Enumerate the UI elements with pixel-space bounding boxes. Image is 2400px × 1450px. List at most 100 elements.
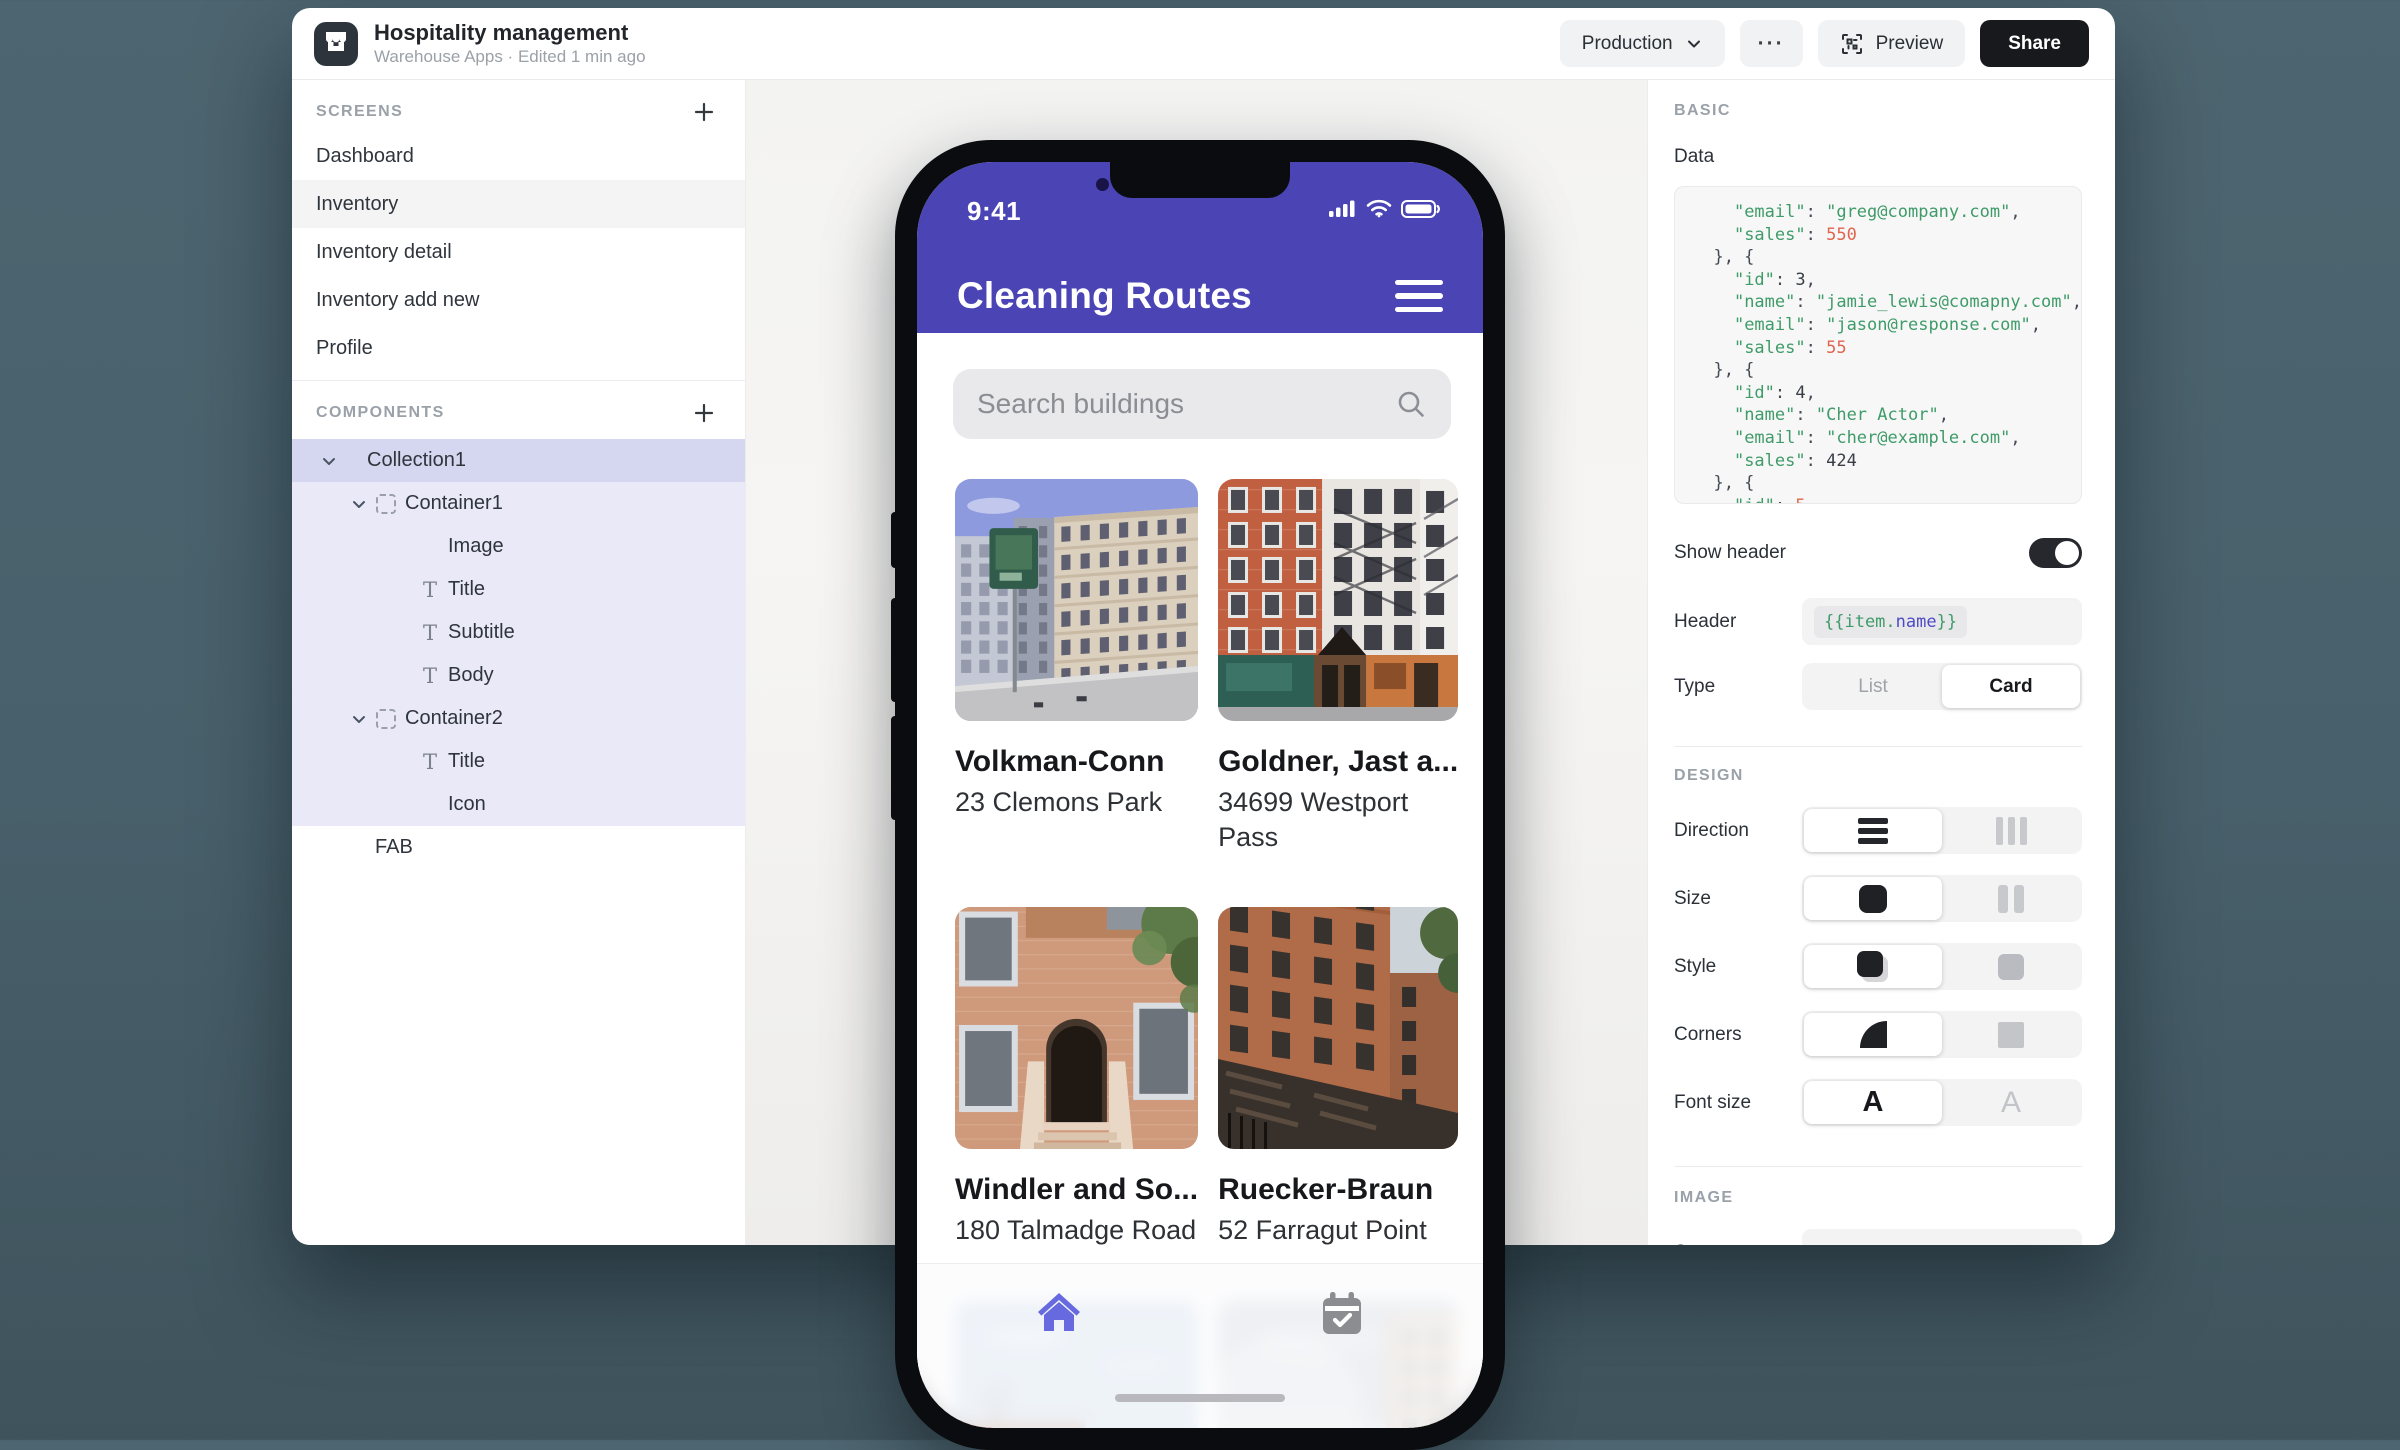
tree-item-icon[interactable]: Icon xyxy=(292,783,745,826)
design-option-shadow-square-icon[interactable] xyxy=(1804,945,1942,988)
design-option-font-large-icon[interactable]: A xyxy=(1804,1081,1942,1124)
nav-home[interactable] xyxy=(917,1264,1200,1428)
flat-square-icon xyxy=(1998,954,2024,980)
code-line: "sales": 550 xyxy=(1693,224,2063,247)
design-segment-size xyxy=(1802,875,2082,922)
tree-item-label: Title xyxy=(448,578,485,601)
sharp-corner-icon xyxy=(1998,1022,2024,1048)
show-header-row: Show header xyxy=(1674,538,2082,568)
phone-app-header: 9:41 Cleaning Routes xyxy=(917,162,1483,333)
environment-selector[interactable]: Production xyxy=(1560,20,1725,67)
design-option-rounded-corner-icon[interactable] xyxy=(1804,1013,1942,1056)
tree-item-image[interactable]: Image xyxy=(292,525,745,568)
design-option-split-columns-icon[interactable] xyxy=(1942,877,2080,920)
status-time: 9:41 xyxy=(967,196,1021,227)
sidebar-divider xyxy=(292,380,745,381)
nav-schedule[interactable] xyxy=(1200,1264,1483,1428)
components-section-header: COMPONENTS xyxy=(292,403,745,423)
container-icon xyxy=(376,709,396,729)
hamburger-menu-icon[interactable] xyxy=(1395,280,1443,313)
window-header: Hospitality management Warehouse Apps · … xyxy=(292,8,2115,80)
tree-item-label: Image xyxy=(448,535,504,558)
phone-content: Search buildings Volkman-Conn23 Clemons … xyxy=(917,333,1483,1428)
vertical-columns-icon xyxy=(1996,817,2027,845)
code-line: "id": 4, xyxy=(1693,382,2063,405)
search-input[interactable]: Search buildings xyxy=(953,369,1451,439)
design-row-direction: Direction xyxy=(1674,807,2082,854)
card-title: Ruecker-Braun xyxy=(1218,1173,1458,1207)
sidebar-item-inventory-detail[interactable]: Inventory detail xyxy=(292,228,745,276)
environment-label: Production xyxy=(1582,33,1673,55)
header-label: Header xyxy=(1674,611,1736,633)
design-option-sharp-corner-icon[interactable] xyxy=(1942,1013,2080,1056)
sidebar-item-inventory[interactable]: Inventory xyxy=(292,180,745,228)
tree-item-label: FAB xyxy=(375,836,413,859)
design-row-label: Style xyxy=(1674,956,1716,978)
design-segment-corners xyxy=(1802,1011,2082,1058)
code-line: "name": "jamie_lewis@comapny.com", xyxy=(1693,291,2063,314)
tree-item-subtitle[interactable]: TSubtitle xyxy=(292,611,745,654)
header-row: Header {{item.name}} xyxy=(1674,598,2082,645)
preview-label: Preview xyxy=(1876,33,1944,55)
basic-section-label: BASIC xyxy=(1674,102,2082,120)
building-card[interactable]: Goldner, Jast a...34699 Westport Pass xyxy=(1218,479,1458,855)
design-option-font-small-icon[interactable]: A xyxy=(1942,1081,2080,1124)
share-button[interactable]: Share xyxy=(1980,20,2089,67)
qr-code-icon xyxy=(1840,32,1864,56)
tree-item-title[interactable]: TTitle xyxy=(292,740,745,783)
design-option-horizontal-rows-icon[interactable] xyxy=(1804,809,1942,852)
design-option-flat-square-icon[interactable] xyxy=(1942,945,2080,988)
type-segment: List Card xyxy=(1802,663,2082,710)
show-header-toggle[interactable] xyxy=(2029,538,2082,568)
tree-item-container2[interactable]: Container2 xyxy=(292,697,745,740)
building-card[interactable]: Ruecker-Braun 52 Farragut Point xyxy=(1218,907,1458,1248)
ellipsis-icon: ··· xyxy=(1758,32,1785,56)
building-card[interactable]: Windler and So...180 Talmadge Road xyxy=(955,907,1198,1248)
add-screen-button[interactable] xyxy=(693,101,715,123)
code-line: "name": "Cher Actor", xyxy=(1693,404,2063,427)
status-icons xyxy=(1329,199,1441,224)
home-icon xyxy=(1033,1288,1085,1428)
design-row-size: Size xyxy=(1674,875,2082,922)
chevron-down-icon xyxy=(350,495,368,513)
home-indicator[interactable] xyxy=(1115,1394,1285,1402)
tree-item-label: Title xyxy=(448,750,485,773)
code-line: "email": "jason@response.com", xyxy=(1693,314,2063,337)
text-icon: T xyxy=(420,623,440,643)
brick-row-photo xyxy=(1218,479,1458,721)
tree-item-label: Body xyxy=(448,664,494,687)
card-subtitle: 23 Clemons Park xyxy=(955,785,1198,820)
tree-item-collection1[interactable]: Collection1 xyxy=(292,439,745,482)
image-section-label: IMAGE xyxy=(1674,1189,2082,1207)
card-subtitle: 52 Farragut Point xyxy=(1218,1213,1458,1248)
tree-item-fab[interactable]: FAB xyxy=(292,826,745,869)
design-row-style: Style xyxy=(1674,943,2082,990)
brownstone-door-photo xyxy=(955,907,1198,1149)
screens-list: DashboardInventoryInventory detailInvent… xyxy=(292,132,745,372)
show-header-label: Show header xyxy=(1674,542,1786,564)
source-field[interactable]: {{example.value}} xyxy=(1802,1229,2082,1245)
camera-dot xyxy=(1096,178,1109,191)
building-card[interactable]: Volkman-Conn23 Clemons Park xyxy=(955,479,1198,855)
sidebar-item-inventory-add-new[interactable]: Inventory add new xyxy=(292,276,745,324)
header-field[interactable]: {{item.name}} xyxy=(1802,598,2082,645)
data-code-editor[interactable]: "email": "greg@company.com", "sales": 55… xyxy=(1674,186,2082,504)
more-button[interactable]: ··· xyxy=(1740,20,1803,67)
preview-button[interactable]: Preview xyxy=(1818,20,1966,67)
design-option-large-square-icon[interactable] xyxy=(1804,877,1942,920)
add-component-button[interactable] xyxy=(693,402,715,424)
tree-item-title[interactable]: TTitle xyxy=(292,568,745,611)
type-option-list[interactable]: List xyxy=(1804,665,1942,708)
card-title: Windler and So... xyxy=(955,1173,1198,1207)
header-actions: Production ··· Preview Share xyxy=(1560,20,2089,67)
type-option-card[interactable]: Card xyxy=(1942,665,2080,708)
design-option-vertical-columns-icon[interactable] xyxy=(1942,809,2080,852)
sidebar-item-dashboard[interactable]: Dashboard xyxy=(292,132,745,180)
sidebar-item-profile[interactable]: Profile xyxy=(292,324,745,372)
tree-item-container1[interactable]: Container1 xyxy=(292,482,745,525)
status-bar: 9:41 xyxy=(917,196,1483,227)
phone-screen: 9:41 Cleaning Routes xyxy=(917,162,1483,1428)
toggle-knob xyxy=(2055,541,2079,565)
code-line: "email": "greg@company.com", xyxy=(1693,201,2063,224)
tree-item-body[interactable]: TBody xyxy=(292,654,745,697)
